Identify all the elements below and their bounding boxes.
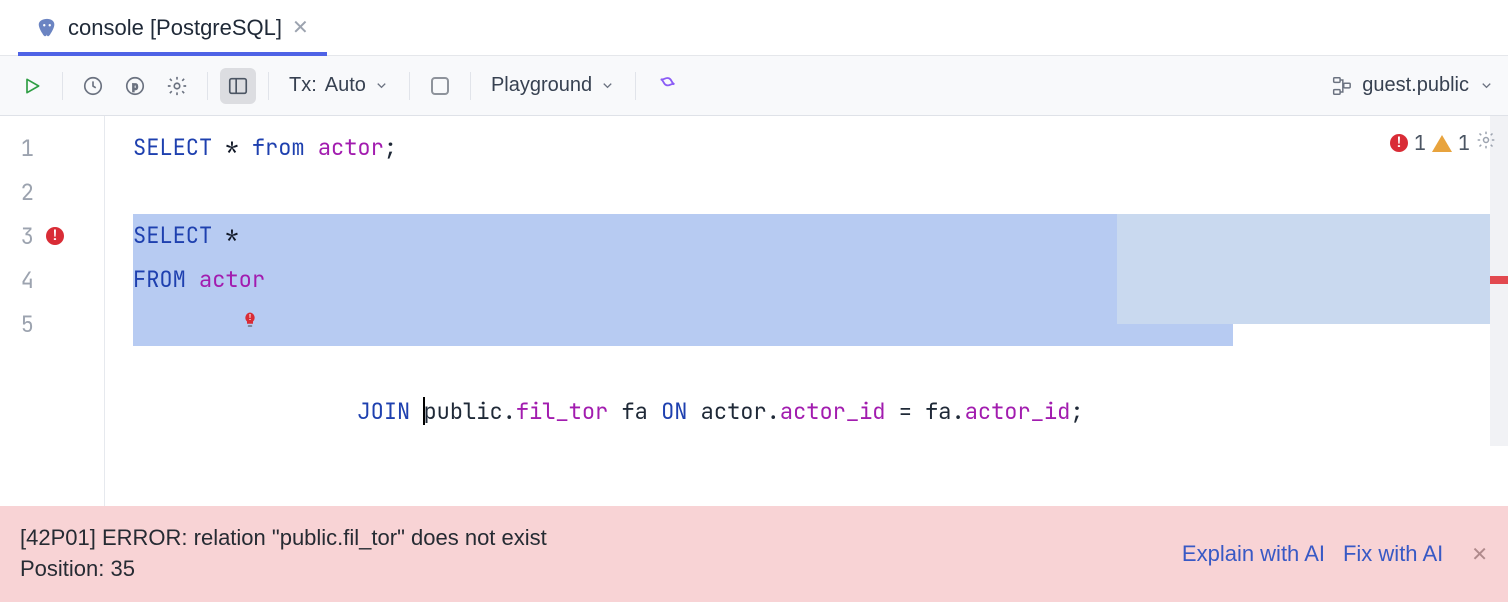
session-mode-selector[interactable]: Playground — [483, 74, 623, 97]
line-number: 3 — [0, 222, 40, 251]
svg-text:p: p — [132, 81, 138, 92]
schema-icon — [1330, 75, 1352, 97]
run-button[interactable] — [14, 68, 50, 104]
tx-mode-selector[interactable]: Tx: Auto — [281, 74, 397, 97]
explain-with-ai-button[interactable]: Explain with AI — [1182, 541, 1325, 567]
divider — [470, 72, 471, 100]
tx-label: Tx: — [289, 74, 317, 97]
error-line-1: [42P01] ERROR: relation "public.fil_tor"… — [20, 523, 1164, 554]
svg-text:!: ! — [248, 313, 253, 323]
code-line: FROM actor — [105, 258, 1508, 302]
session-mode-value: Playground — [491, 74, 592, 97]
code-line: SELECT * from actor; — [105, 126, 1508, 170]
plan-icon[interactable]: p — [117, 68, 153, 104]
divider — [635, 72, 636, 100]
code-line: SELECT * — [105, 214, 1508, 258]
chevron-down-icon — [1479, 78, 1494, 93]
code-area[interactable]: SELECT * from actor; SELECT * FROM actor… — [105, 116, 1508, 506]
toolbar: p Tx: Auto Playground guest — [0, 56, 1508, 116]
inspection-settings-icon[interactable] — [1476, 130, 1496, 156]
divider — [268, 72, 269, 100]
schema-label: guest.public — [1362, 74, 1469, 97]
error-indicator-icon: ! — [1390, 134, 1408, 152]
error-gutter-icon[interactable]: ! — [40, 227, 100, 245]
chevron-down-icon — [374, 78, 389, 93]
history-icon[interactable] — [75, 68, 111, 104]
intention-bulb-icon[interactable]: ! — [109, 258, 259, 390]
inspections-widget[interactable]: ! 1 1 — [1390, 130, 1496, 156]
line-number: 5 — [0, 310, 40, 339]
schema-selector[interactable]: guest.public — [1330, 74, 1494, 97]
line-number: 1 — [0, 134, 40, 163]
warning-indicator-icon — [1432, 135, 1452, 152]
in-editor-results-icon[interactable] — [220, 68, 256, 104]
error-message: [42P01] ERROR: relation "public.fil_tor"… — [20, 523, 1164, 585]
gutter: 1 2 3! 4 5 — [0, 116, 105, 506]
editor-window: console [PostgreSQL] ✕ p Tx: Auto — [0, 0, 1508, 602]
close-tab-icon[interactable]: ✕ — [292, 15, 309, 40]
divider — [62, 72, 63, 100]
tab-label: console [PostgreSQL] — [68, 15, 282, 41]
line-number: 2 — [0, 178, 40, 207]
tab-console[interactable]: console [PostgreSQL] ✕ — [18, 0, 327, 55]
line-number: 4 — [0, 266, 40, 295]
postgresql-icon — [36, 17, 58, 39]
close-error-icon[interactable]: ✕ — [1471, 542, 1488, 567]
settings-icon[interactable] — [159, 68, 195, 104]
chevron-down-icon — [600, 78, 615, 93]
divider — [409, 72, 410, 100]
code-line: ! JOIN public.fil_tor fa ON actor.actor_… — [105, 302, 1508, 346]
sql-editor[interactable]: 1 2 3! 4 5 SELECT * from actor; SELECT *… — [0, 116, 1508, 506]
warning-count: 1 — [1458, 130, 1470, 156]
error-marker[interactable] — [1490, 276, 1508, 284]
error-count: 1 — [1414, 130, 1426, 156]
error-notification: [42P01] ERROR: relation "public.fil_tor"… — [0, 506, 1508, 602]
code-line — [105, 170, 1508, 214]
tx-mode-value: Auto — [325, 74, 366, 97]
error-line-2: Position: 35 — [20, 554, 1164, 585]
commit-icon[interactable] — [422, 68, 458, 104]
tab-bar: console [PostgreSQL] ✕ — [0, 0, 1508, 56]
ai-icon[interactable] — [648, 68, 684, 104]
fix-with-ai-button[interactable]: Fix with AI — [1343, 541, 1443, 567]
marker-stripe[interactable] — [1490, 116, 1508, 446]
divider — [207, 72, 208, 100]
